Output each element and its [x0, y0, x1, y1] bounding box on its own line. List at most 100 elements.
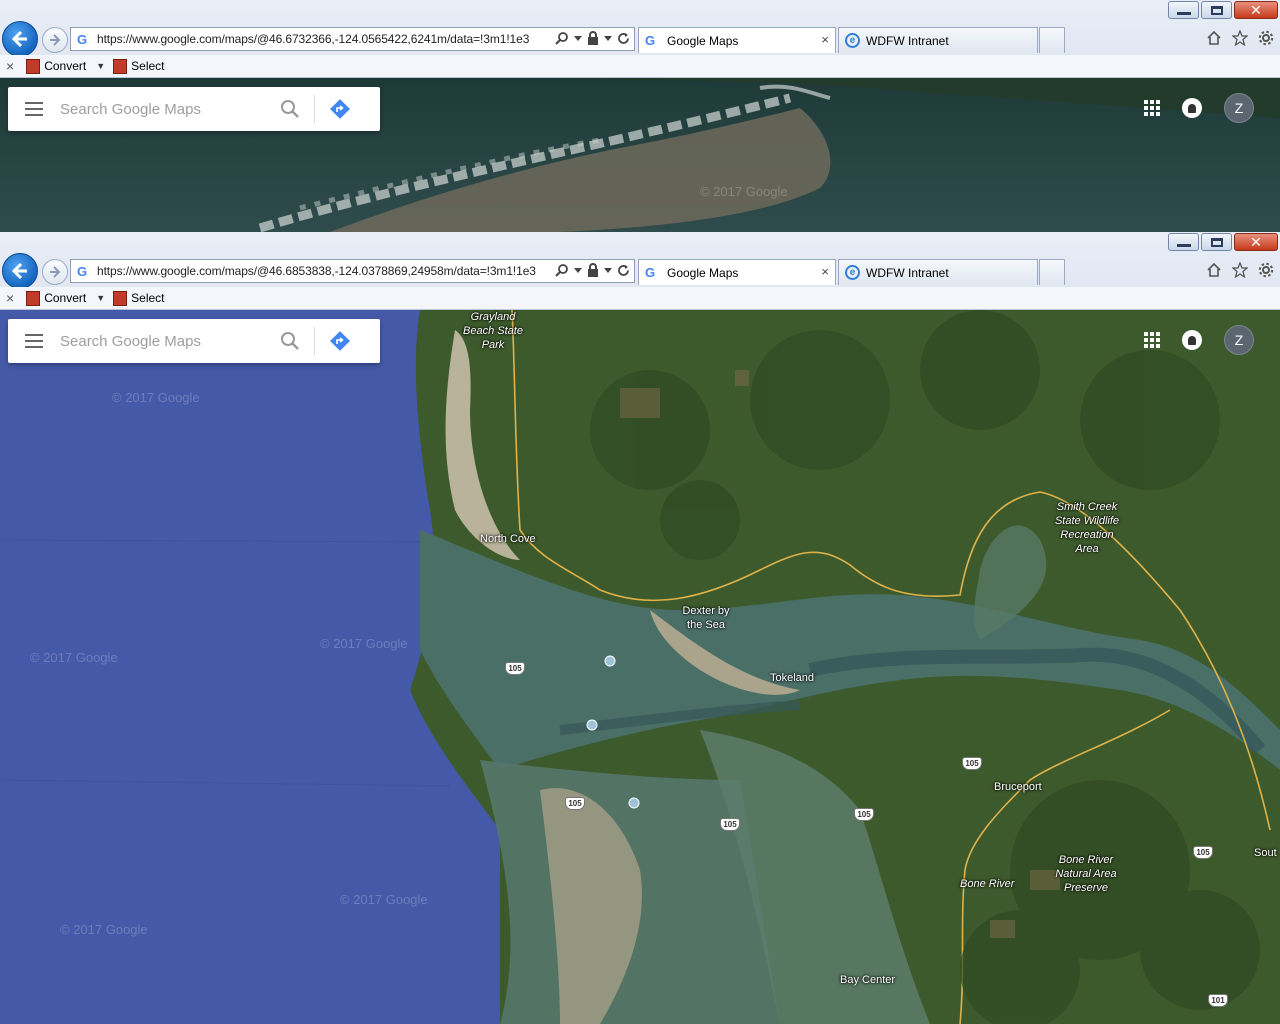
- place-label-bone-river-preserve[interactable]: Bone River Natural Area Preserve: [1050, 853, 1122, 895]
- address-bar-tools: [555, 263, 630, 277]
- map-account-tools: Z: [1144, 93, 1254, 123]
- tab-google-maps[interactable]: G Google Maps ×: [638, 27, 836, 53]
- google-favicon-icon: G: [77, 263, 88, 279]
- dropdown-arrow-icon[interactable]: [604, 266, 612, 274]
- place-label-smith-creek[interactable]: Smith Creek State Wildlife Recreation Ar…: [1048, 500, 1126, 556]
- place-label-bruceport[interactable]: Bruceport: [994, 780, 1042, 794]
- url-text: https://www.google.com/maps/@46.6853838,…: [97, 264, 536, 278]
- route-105-shield: 105: [854, 808, 874, 821]
- chevron-down-icon[interactable]: ▼: [96, 293, 105, 303]
- place-label-grayland[interactable]: Grayland Beach State Park: [458, 310, 528, 352]
- minimize-button[interactable]: [1168, 1, 1199, 19]
- pdf-convert-icon: [26, 58, 41, 74]
- tab-wdfw-intranet[interactable]: e WDFW Intranet: [838, 27, 1038, 53]
- avatar[interactable]: Z: [1224, 325, 1254, 355]
- search-icon[interactable]: [555, 31, 569, 45]
- divider: [314, 95, 315, 123]
- refresh-icon[interactable]: [617, 32, 630, 45]
- tab-close-button[interactable]: ×: [821, 32, 829, 47]
- convert-label: Convert: [44, 59, 87, 73]
- select-button[interactable]: Select: [113, 58, 165, 74]
- lock-icon[interactable]: [587, 31, 599, 45]
- convert-button[interactable]: Convert: [26, 290, 87, 306]
- home-icon[interactable]: [1206, 30, 1222, 46]
- directions-icon: [330, 331, 350, 351]
- place-label-bay-center[interactable]: Bay Center: [840, 973, 895, 987]
- ie-favicon-icon: e: [845, 265, 860, 280]
- google-favicon-icon: G: [77, 31, 88, 47]
- satellite-map[interactable]: © 2017 Google Z: [0, 78, 1280, 232]
- place-label-south[interactable]: Sout: [1254, 846, 1277, 860]
- back-button[interactable]: [2, 21, 38, 57]
- search-input[interactable]: [60, 100, 280, 118]
- notifications-bell-icon[interactable]: [1182, 98, 1202, 118]
- pdf-select-icon: [113, 290, 128, 306]
- close-window-button[interactable]: ✕: [1234, 1, 1278, 19]
- back-button[interactable]: [2, 253, 38, 289]
- command-bar: × Convert ▼ Select: [0, 287, 1280, 309]
- menu-hamburger-icon[interactable]: [8, 102, 60, 116]
- route-105-shield: 105: [505, 662, 525, 675]
- forward-button[interactable]: [42, 27, 68, 53]
- forward-button[interactable]: [42, 259, 68, 285]
- route-105-shield: 105: [565, 797, 585, 810]
- place-label-dexter-by-the-sea[interactable]: Dexter by the Sea: [676, 604, 736, 632]
- address-bar[interactable]: G https://www.google.com/maps/@46.673236…: [70, 27, 635, 51]
- search-icon[interactable]: [280, 99, 300, 119]
- address-bar[interactable]: G https://www.google.com/maps/@46.685383…: [70, 259, 635, 283]
- menu-hamburger-icon[interactable]: [8, 334, 60, 348]
- restore-button[interactable]: [1201, 233, 1232, 251]
- favorites-star-icon[interactable]: [1232, 262, 1248, 278]
- back-arrow-icon: [11, 30, 27, 48]
- ie-favicon-icon: e: [845, 33, 860, 48]
- apps-grid-icon[interactable]: [1144, 332, 1160, 348]
- place-label-north-cove[interactable]: North Cove: [480, 532, 536, 546]
- search-input[interactable]: [60, 332, 280, 350]
- minimize-icon: [1176, 11, 1191, 15]
- tab-label: WDFW Intranet: [866, 265, 949, 280]
- directions-button[interactable]: [325, 326, 355, 356]
- directions-button[interactable]: [325, 94, 355, 124]
- pdf-convert-icon: [26, 290, 41, 306]
- tab-wdfw-intranet[interactable]: e WDFW Intranet: [838, 259, 1038, 285]
- settings-gear-icon[interactable]: [1258, 262, 1274, 278]
- home-icon[interactable]: [1206, 262, 1222, 278]
- select-button[interactable]: Select: [113, 290, 165, 306]
- notifications-bell-icon[interactable]: [1182, 330, 1202, 350]
- map-account-tools: Z: [1144, 325, 1254, 355]
- tab-google-maps[interactable]: G Google Maps ×: [638, 259, 836, 285]
- tab-close-button[interactable]: ×: [821, 264, 829, 279]
- close-toolbar-button[interactable]: ×: [6, 58, 14, 74]
- close-toolbar-button[interactable]: ×: [6, 290, 14, 306]
- chevron-down-icon[interactable]: ▼: [96, 61, 105, 71]
- lock-icon[interactable]: [587, 263, 599, 277]
- window-controls: ✕: [1168, 233, 1278, 251]
- minimize-button[interactable]: [1168, 233, 1199, 251]
- route-101-shield: 101: [1208, 994, 1228, 1007]
- divider: [314, 327, 315, 355]
- refresh-icon[interactable]: [617, 264, 630, 277]
- apps-grid-icon[interactable]: [1144, 100, 1160, 116]
- restore-button[interactable]: [1201, 1, 1232, 19]
- map-copyright-watermark: © 2017 Google: [112, 390, 200, 405]
- dropdown-arrow-icon[interactable]: [574, 266, 582, 274]
- search-icon[interactable]: [280, 331, 300, 351]
- satellite-map[interactable]: © 2017 Google © 2017 Google © 2017 Googl…: [0, 310, 1280, 1024]
- convert-label: Convert: [44, 291, 87, 305]
- close-window-button[interactable]: ✕: [1234, 233, 1278, 251]
- settings-gear-icon[interactable]: [1258, 30, 1274, 46]
- new-tab-button[interactable]: [1039, 259, 1065, 285]
- window-controls: ✕: [1168, 1, 1278, 19]
- search-icon[interactable]: [555, 263, 569, 277]
- place-label-tokeland[interactable]: Tokeland: [770, 671, 814, 685]
- url-text: https://www.google.com/maps/@46.6732366,…: [97, 32, 530, 46]
- avatar[interactable]: Z: [1224, 93, 1254, 123]
- dropdown-arrow-icon[interactable]: [574, 34, 582, 42]
- favorites-star-icon[interactable]: [1232, 30, 1248, 46]
- dropdown-arrow-icon[interactable]: [604, 34, 612, 42]
- select-label: Select: [131, 291, 165, 305]
- new-tab-button[interactable]: [1039, 27, 1065, 53]
- address-bar-tools: [555, 31, 630, 45]
- place-label-bone-river[interactable]: Bone River: [960, 877, 1014, 891]
- convert-button[interactable]: Convert: [26, 58, 87, 74]
